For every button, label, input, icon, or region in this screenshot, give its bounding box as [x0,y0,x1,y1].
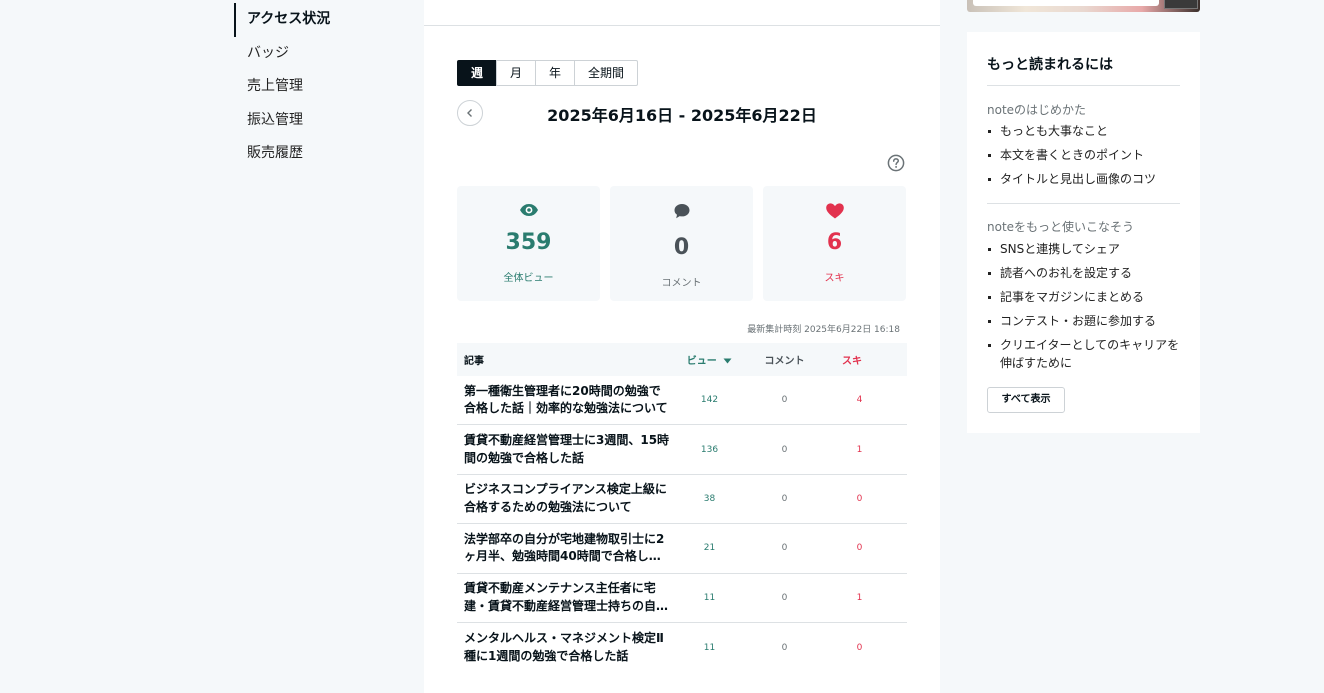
comments-label: コメント [661,278,702,289]
likes-stat-card: 6 スキ [763,186,906,301]
speech-bubble-icon [674,204,689,219]
article-comments: 0 [781,592,788,603]
nav-item-badges[interactable]: バッジ [234,37,424,71]
comments-stat-card: 0 コメント [610,186,753,301]
list-item[interactable]: もっとも大事なこと [987,122,1185,140]
article-title-link[interactable]: 法学部卒の自分が宅地建物取引士に2ヶ月半、勉強時間40時間で合格した話 [457,531,677,566]
article-comments: 0 [781,493,788,504]
table-row: 第一種衛生管理者に20時間の勉強で合格した話｜効率的な勉強法について 142 0… [457,376,907,426]
article-comments: 0 [781,642,788,653]
left-nav: アクセス状況 バッジ 売上管理 振込管理 販売履歴 [234,3,424,171]
date-range: 2025年6月16日 - 2025年6月22日 [547,106,817,125]
views-count: 359 [505,230,552,255]
header-views-label: ビュー [686,356,717,367]
list-item[interactable]: 読者へのお礼を設定する [987,264,1185,282]
getting-started-list: もっとも大事なこと 本文を書くときのポイント タイトルと見出し画像のコツ [987,122,1185,188]
article-likes: 4 [856,395,863,406]
section-title-use-more: noteをもっと使いこなそう [987,220,1135,234]
article-comments: 0 [781,543,788,554]
views-label: 全体ビュー [503,273,554,284]
sort-down-icon [723,358,732,364]
eye-icon [519,204,538,216]
article-likes: 0 [856,543,863,554]
article-title-link[interactable]: 賃貸不動産経営管理士に3週間、15時間の勉強で合格した話 [457,432,677,467]
tab-year[interactable]: 年 [535,60,576,86]
list-item[interactable]: タイトルと見出し画像のコツ [987,170,1185,188]
table-header: 記事 ビュー コメント スキ [457,343,907,376]
nav-item-sales[interactable]: 売上管理 [234,70,424,104]
header-views-sort[interactable]: ビュー [672,352,747,367]
previous-period-button[interactable] [457,100,483,126]
show-all-button[interactable]: すべて表示 [987,387,1065,413]
chevron-left-icon [467,109,472,117]
header-article: 記事 [464,356,484,367]
banner-button[interactable] [1164,0,1198,9]
list-item[interactable]: 記事をマガジンにまとめる [987,288,1185,306]
table-row: ビジネスコンプライアンス検定上級に合格するための勉強法について 38 0 0 [457,475,907,525]
table-row: 賃貸不動産経営管理士に3週間、15時間の勉強で合格した話 136 0 1 [457,425,907,475]
table-row: メンタルヘルス・マネジメント検定Ⅱ種に1週間の勉強で合格した話 11 0 0 [457,623,907,672]
header-comments: コメント [764,356,805,367]
tab-week[interactable]: 週 [457,60,498,86]
article-views: 11 [703,592,716,603]
likes-label: スキ [824,273,845,284]
list-item[interactable]: SNSと連携してシェア [987,240,1185,258]
article-likes: 0 [856,642,863,653]
article-title-link[interactable]: メンタルヘルス・マネジメント検定Ⅱ種に1週間の勉強で合格した話 [457,630,677,665]
header-likes: スキ [842,356,862,367]
list-item[interactable]: コンテスト・お題に参加する [987,312,1185,330]
article-likes: 0 [856,493,863,504]
article-views: 136 [700,444,719,455]
article-comments: 0 [781,444,788,455]
nav-item-transfers[interactable]: 振込管理 [234,104,424,138]
article-comments: 0 [781,395,788,406]
views-stat-card: 359 全体ビュー [457,186,600,301]
section-title-getting-started: noteのはじめかた [987,103,1087,117]
article-title-link[interactable]: ビジネスコンプライアンス検定上級に合格するための勉強法について [457,481,677,516]
nav-item-access-status[interactable]: アクセス状況 [234,3,424,37]
banner-strip [973,0,1159,6]
divider [987,85,1180,86]
tips-sidebar: もっと読まれるには noteのはじめかた もっとも大事なこと 本文を書くときのポ… [967,32,1200,433]
help-icon[interactable] [887,154,905,172]
table-row: 賃貸不動産メンテナンス主任者に宅建・賃貸不動産経営管理士持ちの自分が合格した話 … [457,574,907,623]
article-likes: 1 [856,592,863,603]
article-likes: 1 [856,444,863,455]
promo-banner[interactable] [967,0,1200,12]
main-panel: 週 月 年 全期間 2025年6月16日 - 2025年6月22日 359 全体… [424,0,940,693]
table-row: 法学部卒の自分が宅地建物取引士に2ヶ月半、勉強時間40時間で合格した話 21 0… [457,524,907,574]
heart-icon [825,203,844,219]
sidebar-heading: もっと読まれるには [987,57,1113,73]
article-views: 38 [703,493,716,504]
list-item[interactable]: 本文を書くときのポイント [987,146,1185,164]
article-views: 142 [700,395,719,406]
likes-count: 6 [826,230,843,255]
divider [424,25,940,26]
tab-month[interactable]: 月 [496,60,537,86]
use-more-list: SNSと連携してシェア 読者へのお礼を設定する 記事をマガジンにまとめる コンテ… [987,240,1185,372]
nav-item-sales-history[interactable]: 販売履歴 [234,137,424,171]
tab-all-time[interactable]: 全期間 [574,60,639,86]
list-item[interactable]: クリエイターとしてのキャリアを伸ばすために [987,336,1185,372]
article-title-link[interactable]: 第一種衛生管理者に20時間の勉強で合格した話｜効率的な勉強法について [457,383,677,418]
comments-count: 0 [673,235,690,260]
period-tabs: 週 月 年 全期間 [457,60,639,86]
divider [987,203,1180,204]
article-stats-table: 記事 ビュー コメント スキ 第一種衛生管理者に20時間の勉強で合格した話｜効率… [457,343,907,672]
last-updated-text: 最新集計時刻 2025年6月22日 16:18 [747,325,900,335]
article-views: 21 [703,543,716,554]
article-views: 11 [703,642,716,653]
article-title-link[interactable]: 賃貸不動産メンテナンス主任者に宅建・賃貸不動産経営管理士持ちの自分が合格した話 [457,580,677,615]
